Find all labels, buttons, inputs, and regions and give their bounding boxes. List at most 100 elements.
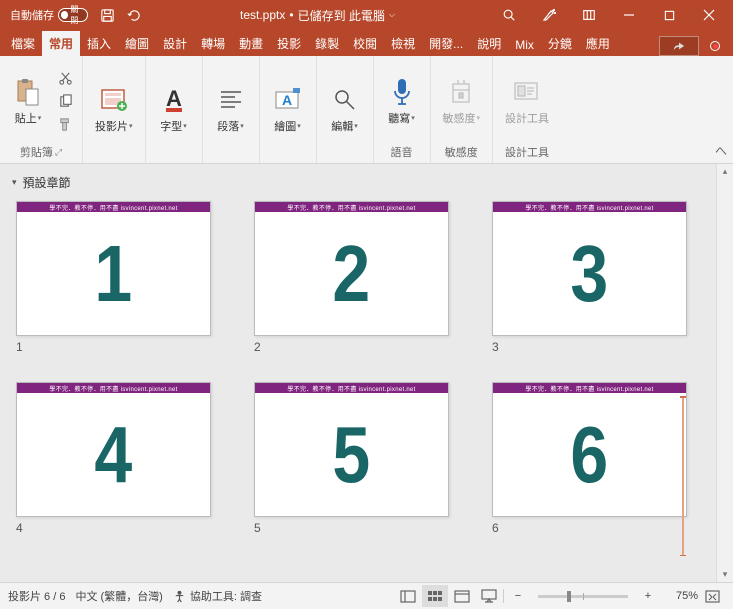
reading-view-icon[interactable] [449,585,475,607]
section-header[interactable]: 預設章節 [12,172,704,197]
slide-sorter-view: 預設章節 學不完．教不停．用不盡 isvincent.pixnet.net11學… [0,164,733,583]
drawing-button[interactable]: A 繪圖▾ [266,80,310,138]
autosave-toggle[interactable]: 自動儲存 關閉 [4,7,94,23]
maximize-button[interactable] [649,0,689,30]
group-voice: 聽寫▾ 語音 [374,56,431,163]
slide-index-label: 5 [254,521,462,535]
tab-file[interactable]: 檔案 [4,31,42,56]
tab-animations[interactable]: 動畫 [232,31,270,56]
thumb-banner: 學不完．教不停．用不盡 isvincent.pixnet.net [17,383,210,393]
titlebar: 自動儲存 關閉 test.pptx • 已儲存到 此電腦 ⌵ [0,0,733,30]
slide-index-label: 2 [254,340,462,354]
paragraph-button[interactable]: 段落▾ [209,80,253,138]
dictate-button[interactable]: 聽寫▾ [380,72,424,130]
editing-button[interactable]: 編輯▾ [323,80,367,138]
slide-index-label: 4 [16,521,224,535]
ribbon-tabs: 檔案 常用 插入 繪圖 設計 轉場 動畫 投影 錄製 校閱 檢視 開發... 說… [0,30,733,56]
zoom-level[interactable]: 75% [662,590,698,602]
search-icon[interactable] [489,0,529,30]
thumb-banner: 學不完．教不停．用不盡 isvincent.pixnet.net [255,202,448,212]
slide-index-label: 3 [492,340,700,354]
tab-review[interactable]: 校閱 [346,31,384,56]
cut-icon[interactable] [54,68,76,88]
language-indicator[interactable]: 中文 (繁體，台灣) [75,588,162,604]
slide-thumbnail[interactable]: 學不完．教不停．用不盡 isvincent.pixnet.net 4 4 [16,382,224,535]
ribbon: 貼上▾ 剪貼簿⤢ 投影片▾ A 字型▾ [0,56,733,164]
thumb-banner: 學不完．教不停．用不盡 isvincent.pixnet.net [493,202,686,212]
group-slides: 投影片▾ [83,56,146,163]
designer-button: 設計工具 [499,72,555,130]
record-button[interactable] [701,36,729,56]
vertical-scrollbar[interactable]: ▴ ▾ [716,164,733,582]
slide-thumbnail[interactable]: 學不完．教不停．用不盡 isvincent.pixnet.net 5 5 [254,382,462,535]
thumb-number: 2 [333,228,371,320]
thumb-number: 6 [571,409,609,501]
ribbon-mode-icon[interactable] [569,0,609,30]
slide-counter[interactable]: 投影片 6 / 6 [8,588,65,604]
zoom-slider[interactable] [538,595,628,598]
tab-slideshow[interactable]: 投影 [270,31,308,56]
thumb-number: 3 [571,228,609,320]
autosave-label: 自動儲存 [10,7,54,23]
zoom-out-icon[interactable]: − [505,585,531,607]
share-button[interactable] [659,36,699,56]
tab-draw[interactable]: 繪圖 [118,31,156,56]
tab-transitions[interactable]: 轉場 [194,31,232,56]
copy-icon[interactable] [54,91,76,111]
scroll-down-icon[interactable]: ▾ [717,569,733,580]
slide-sorter-panel[interactable]: 預設章節 學不完．教不停．用不盡 isvincent.pixnet.net11學… [0,164,716,582]
normal-view-icon[interactable] [395,585,421,607]
tab-apply[interactable]: 應用 [579,31,617,56]
tab-mix[interactable]: Mix [508,34,541,56]
accessibility-icon [173,590,186,603]
collapse-ribbon-icon[interactable]: へ [715,142,727,159]
font-button[interactable]: A 字型▾ [152,80,196,138]
new-slide-button[interactable]: 投影片▾ [89,80,139,138]
group-paragraph: 段落▾ [203,56,260,163]
thumb-banner: 學不完．教不停．用不盡 isvincent.pixnet.net [255,383,448,393]
tab-split[interactable]: 分鏡 [541,31,579,56]
slide-thumbnail[interactable]: 學不完．教不停．用不盡 isvincent.pixnet.net 3 3 [492,201,700,354]
tab-insert[interactable]: 插入 [80,31,118,56]
slide-thumbnail[interactable]: 學不完．教不停．用不盡 isvincent.pixnet.net 2 2 [254,201,462,354]
tab-view[interactable]: 檢視 [384,31,422,56]
close-button[interactable] [689,0,729,30]
paste-button[interactable]: 貼上▾ [6,72,50,130]
minimize-button[interactable] [609,0,649,30]
thumb-number: 5 [333,409,371,501]
window-title: test.pptx • 已儲存到 此電腦 ⌵ [146,7,489,24]
scroll-up-icon[interactable]: ▴ [717,166,733,177]
sensitivity-button: 敏感度▾ [437,72,487,130]
accessibility-checker[interactable]: 協助工具: 調查 [173,588,262,604]
undo-icon[interactable] [120,2,146,28]
tab-design[interactable]: 設計 [156,31,194,56]
thumb-number: 1 [95,228,133,320]
group-drawing: A 繪圖▾ [260,56,317,163]
tab-record[interactable]: 錄製 [308,31,346,56]
slide-index-label: 1 [16,340,224,354]
autosave-switch[interactable]: 關閉 [58,8,88,22]
slide-index-label: 6 [492,521,700,535]
clipboard-launcher-icon[interactable]: ⤢ [55,147,62,158]
slide-thumbnail[interactable]: 學不完．教不停．用不盡 isvincent.pixnet.net 1 1 [16,201,224,354]
slideshow-view-icon[interactable] [476,585,502,607]
group-editing: 編輯▾ [317,56,374,163]
format-painter-icon[interactable] [54,114,76,134]
slide-sorter-view-icon[interactable] [422,585,448,607]
tab-help[interactable]: 說明 [470,31,508,56]
insertion-indicator [682,396,684,556]
thumb-banner: 學不完．教不停．用不盡 isvincent.pixnet.net [493,383,686,393]
tab-home[interactable]: 常用 [42,31,80,56]
slide-thumbnail[interactable]: 學不完．教不停．用不盡 isvincent.pixnet.net 6 6 [492,382,700,535]
thumb-banner: 學不完．教不停．用不盡 isvincent.pixnet.net [17,202,210,212]
group-designer: 設計工具 設計工具 [493,56,561,163]
group-font: A 字型▾ [146,56,203,163]
fit-to-window-icon[interactable] [699,585,725,607]
svg-text:A: A [166,86,182,111]
tab-developer[interactable]: 開發... [422,31,470,56]
zoom-in-icon[interactable]: + [635,585,661,607]
coming-soon-icon[interactable] [529,0,569,30]
group-sensitivity: 敏感度▾ 敏感度 [431,56,494,163]
thumb-number: 4 [95,409,133,501]
save-icon[interactable] [94,2,120,28]
